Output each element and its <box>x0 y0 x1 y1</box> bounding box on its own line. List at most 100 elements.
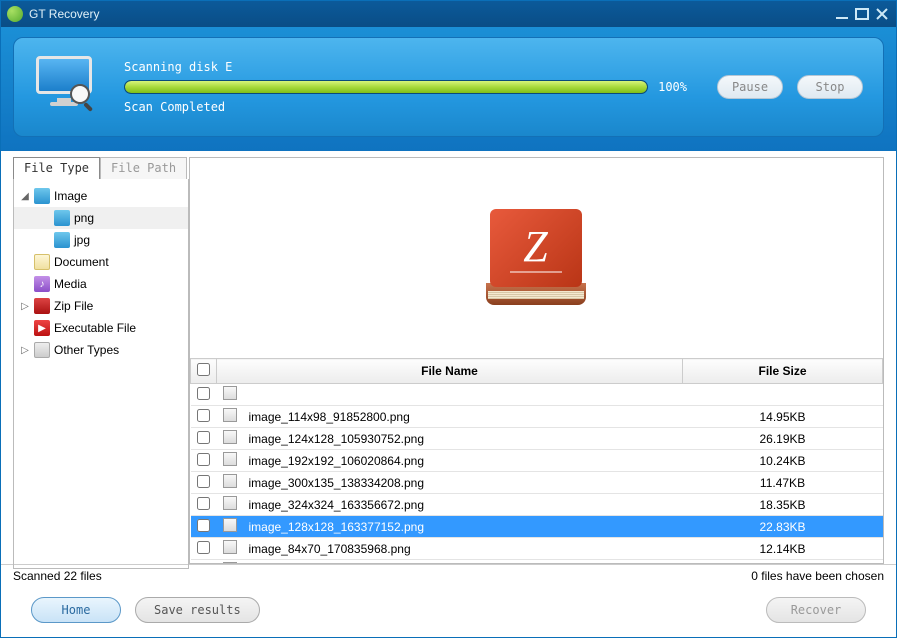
file-name-cell: image_124x128_105930752.png <box>243 428 683 450</box>
footer: Home Save results Recover <box>1 586 896 634</box>
stop-button[interactable]: Stop <box>797 75 863 99</box>
file-name-cell: image_128x128_163377152.png <box>243 516 683 538</box>
tree-node-zip[interactable]: ▷ Zip File <box>14 295 188 317</box>
document-icon <box>34 254 50 270</box>
file-name-cell: image_0x0_179269632.png <box>243 560 683 564</box>
file-name-cell: image_84x70_170835968.png <box>243 538 683 560</box>
file-size-cell: 18.35KB <box>683 494 883 516</box>
scan-panel: Scanning disk E 100% Scan Completed Paus… <box>13 37 884 137</box>
left-pane: File Type File Path ◢ Image png jpg <box>13 157 189 564</box>
tree-node-other[interactable]: ▷ Other Types <box>14 339 188 361</box>
file-size-cell: 12.14KB <box>683 538 883 560</box>
file-icon <box>223 540 237 554</box>
file-name-cell: image_300x135_138334208.png <box>243 472 683 494</box>
file-size-cell: 10.24KB <box>683 450 883 472</box>
tree-node-media[interactable]: ♪ Media <box>14 273 188 295</box>
file-grid-scroll[interactable]: File Name File Size image_114x98_9185280… <box>190 358 883 563</box>
file-icon <box>223 496 237 510</box>
row-checkbox[interactable] <box>197 453 210 466</box>
main-area: File Type File Path ◢ Image png jpg <box>1 151 896 564</box>
tree-label: Media <box>54 277 87 291</box>
progress-percent: 100% <box>658 80 687 94</box>
col-checkbox[interactable] <box>191 359 217 384</box>
table-row[interactable]: image_0x0_179269632.png2.97GB <box>191 560 883 564</box>
file-type-tree: ◢ Image png jpg Document ♪ <box>13 179 189 569</box>
row-checkbox[interactable] <box>197 519 210 532</box>
tree-label: Zip File <box>54 299 93 313</box>
tabs-row: File Type File Path <box>13 157 189 179</box>
progress-area: Scanning disk E 100% Scan Completed <box>124 60 687 114</box>
status-right: 0 files have been chosen <box>751 569 884 583</box>
preview-thumbnail: Z <box>482 203 592 313</box>
progress-bar <box>124 80 648 94</box>
title-bar: GT Recovery <box>1 1 896 27</box>
file-icon <box>223 562 237 563</box>
tree-node-image[interactable]: ◢ Image <box>14 185 188 207</box>
tree-node-jpg[interactable]: jpg <box>14 229 188 251</box>
row-checkbox[interactable] <box>197 409 210 422</box>
file-name-cell: image_192x192_106020864.png <box>243 450 683 472</box>
file-icon <box>223 430 237 444</box>
zip-icon <box>34 298 50 314</box>
col-filesize[interactable]: File Size <box>683 359 883 384</box>
table-row[interactable]: image_114x98_91852800.png14.95KB <box>191 406 883 428</box>
file-size-cell: 26.19KB <box>683 428 883 450</box>
tree-label: jpg <box>74 233 90 247</box>
file-size-cell: 2.97GB <box>683 560 883 564</box>
row-checkbox[interactable] <box>197 541 210 554</box>
header-checkbox[interactable] <box>197 363 210 376</box>
file-name-cell <box>243 384 683 406</box>
tree-label: Other Types <box>54 343 119 357</box>
expander-icon[interactable]: ◢ <box>20 191 30 202</box>
file-icon <box>223 518 237 532</box>
table-row[interactable] <box>191 384 883 406</box>
monitor-scan-icon <box>34 52 104 122</box>
file-name-cell: image_114x98_91852800.png <box>243 406 683 428</box>
pause-button[interactable]: Pause <box>717 75 783 99</box>
file-grid: File Name File Size image_114x98_9185280… <box>190 358 883 563</box>
tab-file-path[interactable]: File Path <box>100 157 187 179</box>
file-size-cell: 22.83KB <box>683 516 883 538</box>
row-checkbox[interactable] <box>197 497 210 510</box>
app-logo-icon <box>7 6 23 22</box>
table-row[interactable]: image_128x128_163377152.png22.83KB <box>191 516 883 538</box>
row-checkbox[interactable] <box>197 387 210 400</box>
row-checkbox[interactable] <box>197 475 210 488</box>
table-row[interactable]: image_324x324_163356672.png18.35KB <box>191 494 883 516</box>
table-row[interactable]: image_124x128_105930752.png26.19KB <box>191 428 883 450</box>
jpg-icon <box>54 232 70 248</box>
close-button[interactable] <box>874 7 890 21</box>
table-row[interactable]: image_84x70_170835968.png12.14KB <box>191 538 883 560</box>
expander-icon[interactable]: ▷ <box>20 345 30 356</box>
tree-node-document[interactable]: Document <box>14 251 188 273</box>
png-icon <box>54 210 70 226</box>
maximize-button[interactable] <box>854 7 870 21</box>
tree-node-executable[interactable]: ▶ Executable File <box>14 317 188 339</box>
table-row[interactable]: image_192x192_106020864.png10.24KB <box>191 450 883 472</box>
table-row[interactable]: image_300x135_138334208.png11.47KB <box>191 472 883 494</box>
file-icon <box>223 452 237 466</box>
minimize-button[interactable] <box>834 7 850 21</box>
recover-button[interactable]: Recover <box>766 597 866 623</box>
tree-label: Image <box>54 189 87 203</box>
file-icon <box>223 408 237 422</box>
right-pane: Z File Name File Size image_114x98_91852… <box>189 157 884 564</box>
app-title: GT Recovery <box>29 7 99 21</box>
file-size-cell: 14.95KB <box>683 406 883 428</box>
file-name-cell: image_324x324_163356672.png <box>243 494 683 516</box>
save-results-button[interactable]: Save results <box>135 597 260 623</box>
col-filename[interactable]: File Name <box>217 359 683 384</box>
executable-icon: ▶ <box>34 320 50 336</box>
expander-icon[interactable]: ▷ <box>20 301 30 312</box>
other-icon <box>34 342 50 358</box>
home-button[interactable]: Home <box>31 597 121 623</box>
image-folder-icon <box>34 188 50 204</box>
row-checkbox[interactable] <box>197 563 210 564</box>
tab-file-type[interactable]: File Type <box>13 157 100 179</box>
row-checkbox[interactable] <box>197 431 210 444</box>
scan-header: Scanning disk E 100% Scan Completed Paus… <box>1 27 896 151</box>
tree-node-png[interactable]: png <box>14 207 188 229</box>
file-size-cell: 11.47KB <box>683 472 883 494</box>
tree-label: Executable File <box>54 321 136 335</box>
media-icon: ♪ <box>34 276 50 292</box>
